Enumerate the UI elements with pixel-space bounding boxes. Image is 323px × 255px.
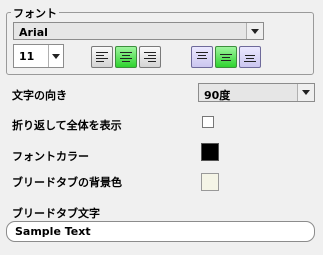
wrap-text-checkbox[interactable] <box>202 116 214 128</box>
align-middle-button[interactable] <box>215 46 237 68</box>
bleed-tab-text-label: ブリードタブ文字 <box>12 207 100 220</box>
font-color-swatch[interactable] <box>201 143 219 161</box>
bleed-tab-text-value: Sample Text <box>15 225 91 238</box>
font-size-dropdown[interactable]: 11 <box>13 44 64 68</box>
font-group-legend: フォント <box>11 5 59 21</box>
text-direction-dropdown[interactable]: 90度 <box>198 83 315 102</box>
font-name-dropdown[interactable]: Arial <box>13 22 264 40</box>
font-size-dropdown-arrow[interactable] <box>48 45 63 67</box>
align-left-button[interactable] <box>91 46 113 68</box>
align-center-icon <box>120 52 132 62</box>
align-left-icon <box>96 52 108 62</box>
align-top-button[interactable] <box>191 46 213 68</box>
align-right-icon <box>144 52 156 62</box>
align-bottom-icon <box>244 52 256 62</box>
align-center-button[interactable] <box>115 46 137 68</box>
font-color-label: フォントカラー <box>12 150 89 163</box>
align-middle-icon <box>220 52 232 62</box>
font-name-value: Arial <box>19 26 48 39</box>
chevron-down-icon <box>52 53 60 59</box>
text-direction-value: 90度 <box>204 89 231 102</box>
align-right-button[interactable] <box>139 46 161 68</box>
bleed-tab-bg-color-swatch[interactable] <box>201 173 219 191</box>
font-name-dropdown-arrow[interactable] <box>246 23 263 39</box>
wrap-text-label: 折り返して全体を表示 <box>12 119 122 132</box>
chevron-down-icon <box>251 28 259 34</box>
chevron-down-icon <box>302 90 310 95</box>
align-bottom-button[interactable] <box>239 46 261 68</box>
font-size-value: 11 <box>19 50 35 63</box>
bleed-tab-bg-color-label: ブリードタブの背景色 <box>12 176 122 189</box>
align-top-icon <box>196 52 208 62</box>
text-direction-dropdown-arrow[interactable] <box>297 84 314 101</box>
bleed-tab-text-input[interactable]: Sample Text <box>6 221 315 242</box>
text-direction-label: 文字の向き <box>12 89 67 102</box>
